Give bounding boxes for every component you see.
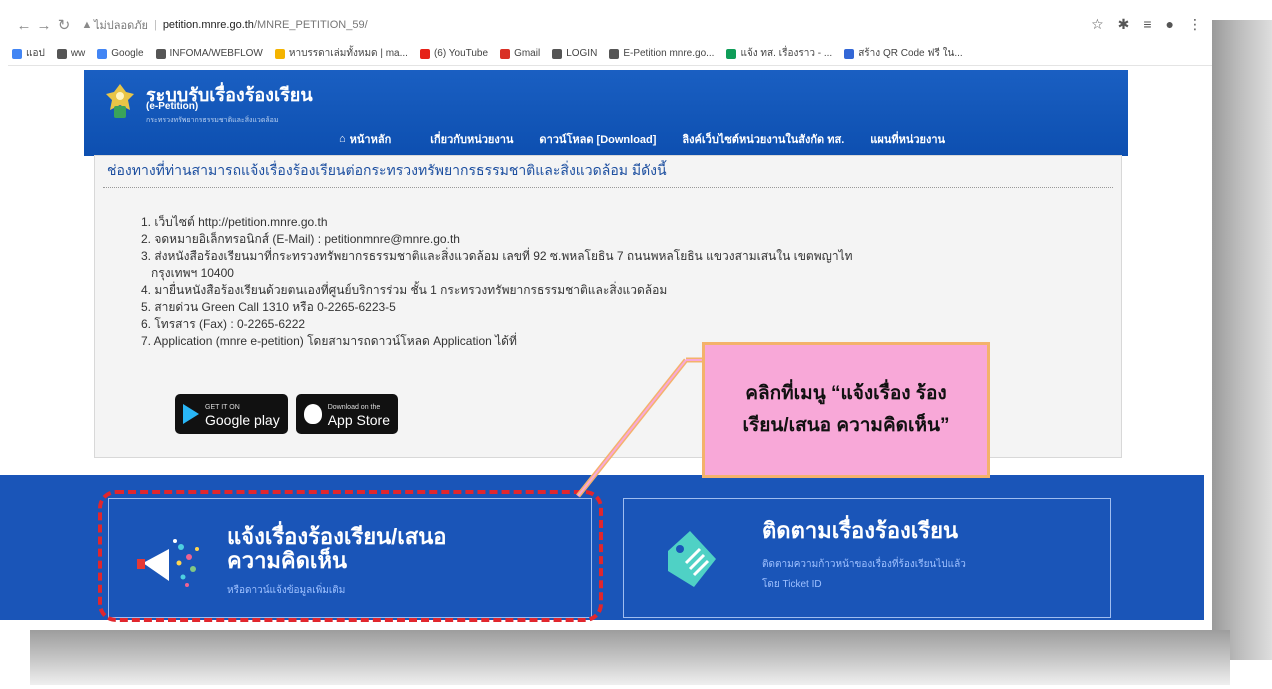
callout-text: คลิกที่เมนู “แจ้งเรื่อง ร้องเรียน/เสนอ ค… [742,383,950,436]
instruction-callout: คลิกที่เมนู “แจ้งเรื่อง ร้องเรียน/เสนอ ค… [702,342,990,478]
callout-pointer [576,357,702,498]
